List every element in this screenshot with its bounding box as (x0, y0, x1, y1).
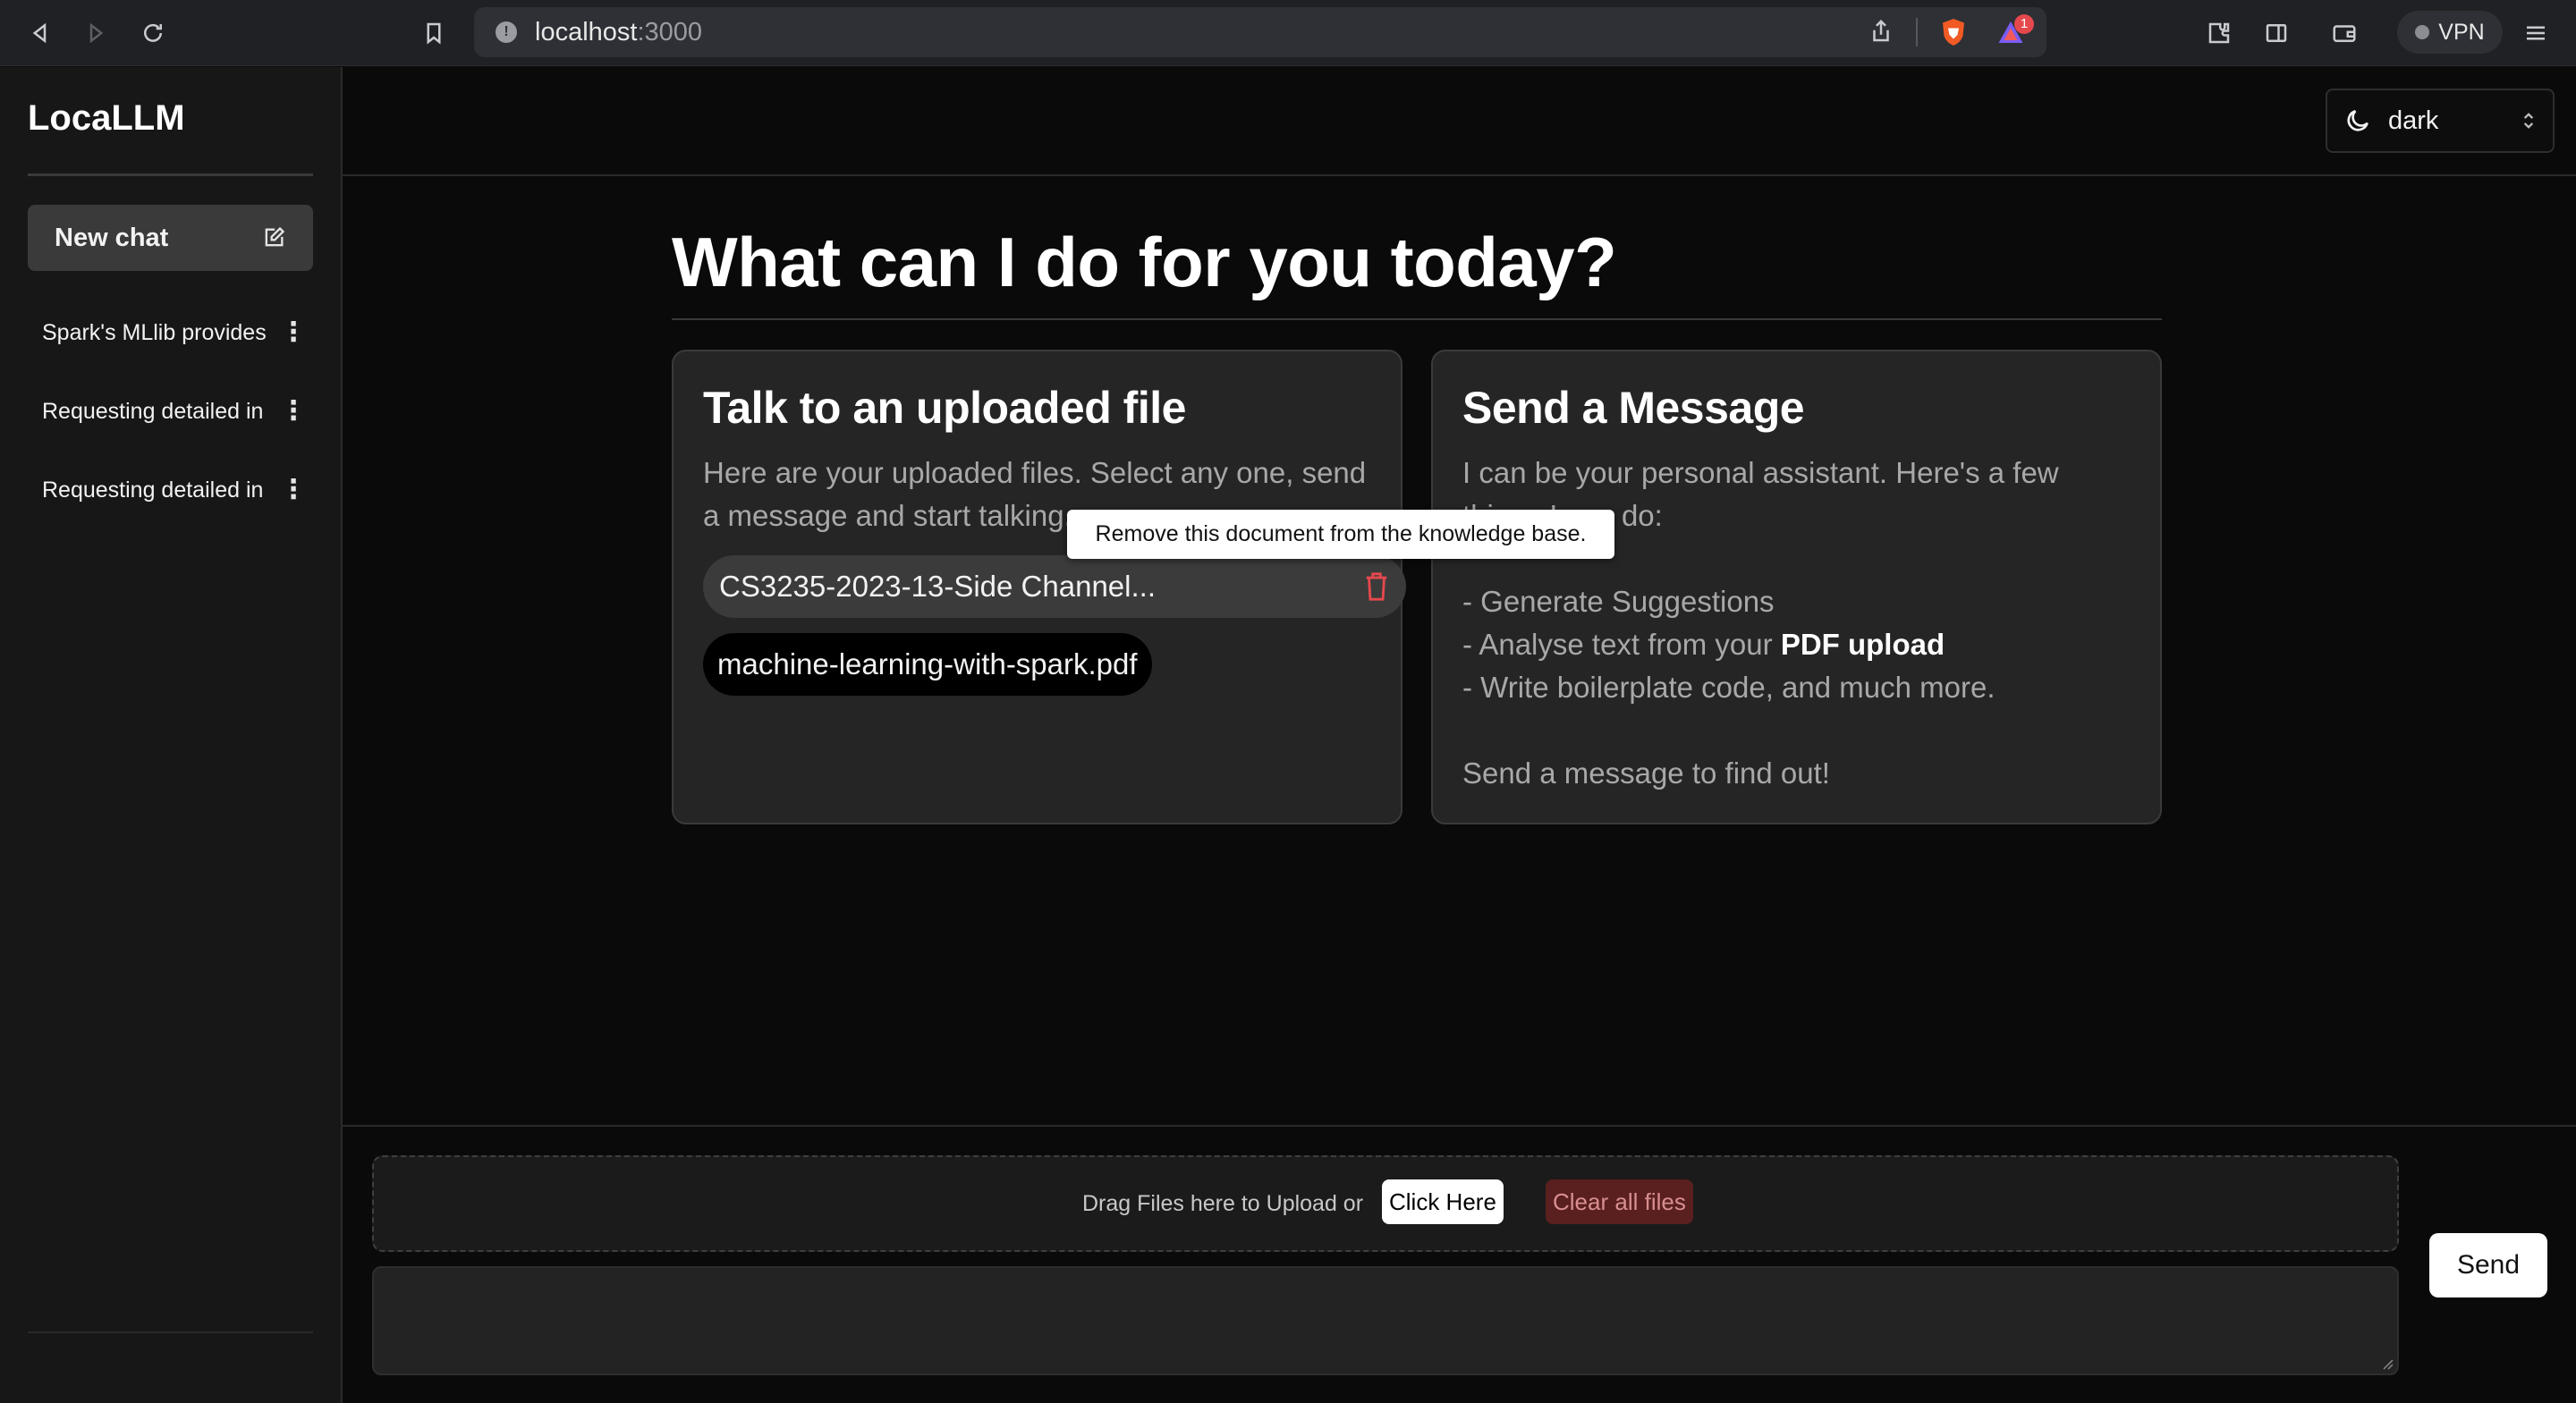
vpn-label: VPN (2438, 19, 2485, 45)
sidebar-footer-divider (28, 1331, 313, 1333)
more-options-icon[interactable]: ⋮ (280, 398, 307, 425)
send-message-card: Send a Message I can be your personal as… (1431, 350, 2162, 824)
share-icon[interactable] (1868, 18, 1894, 46)
vpn-button[interactable]: VPN (2397, 11, 2503, 54)
url-port: :3000 (637, 18, 703, 46)
toolbar-divider (1916, 18, 1918, 46)
address-bar[interactable]: ! localhost:3000 1 (474, 7, 2046, 57)
delete-tooltip: Remove this document from the knowledge … (1067, 510, 1614, 559)
wallet-icon[interactable] (2324, 13, 2365, 54)
outro-text: Send a message to find out! (1462, 756, 1830, 790)
url-text: localhost:3000 (535, 18, 702, 47)
page-title: What can I do for you today? (672, 223, 1617, 301)
rewards-icon[interactable]: 1 (1995, 14, 2036, 52)
dropzone-text: Drag Files here to Upload or (1082, 1190, 1364, 1216)
capability-item: - Generate Suggestions (1462, 580, 2142, 623)
composer-divider (343, 1125, 2576, 1127)
rewards-badge: 1 (2014, 14, 2034, 34)
capability-text: - Analyse text from your (1462, 628, 1781, 661)
title-divider (672, 318, 2162, 320)
compose-icon (265, 226, 285, 247)
forward-icon[interactable] (75, 13, 116, 54)
chat-history-item[interactable]: Requesting detailed in ⋮ (28, 387, 313, 435)
chat-history-label: Requesting detailed in (42, 398, 264, 424)
url-host: localhost (535, 18, 638, 46)
capability-text: - Generate Suggestions (1462, 585, 1775, 618)
file-name: CS3235-2023-13-Side Channel... (719, 570, 1156, 603)
file-chip[interactable]: CS3235-2023-13-Side Channel... (703, 555, 1406, 618)
send-button[interactable]: Send (2429, 1233, 2547, 1297)
trash-icon[interactable] (1363, 571, 1390, 602)
message-input[interactable] (372, 1266, 2399, 1375)
extensions-icon[interactable] (2199, 13, 2240, 54)
new-chat-button[interactable]: New chat (28, 205, 313, 271)
more-options-icon[interactable]: ⋮ (280, 477, 307, 503)
chat-history-item[interactable]: Spark's MLlib provides ⋮ (28, 308, 313, 357)
brave-shields-icon[interactable] (1937, 16, 1970, 50)
file-name: machine-learning-with-spark.pdf (717, 647, 1138, 680)
select-chevron-icon (2523, 113, 2534, 129)
capability-text: - Write boilerplate code, and much more. (1462, 671, 1996, 704)
sidebar-toggle-icon[interactable] (2256, 13, 2297, 54)
more-options-icon[interactable]: ⋮ (280, 319, 307, 346)
header-divider (343, 174, 2576, 176)
capability-emphasis: PDF upload (1780, 628, 1945, 661)
chat-history-item[interactable]: Requesting detailed in ⋮ (28, 466, 313, 514)
chat-history-label: Requesting detailed in (42, 477, 264, 503)
uploaded-files-card: Talk to an uploaded file Here are your u… (672, 350, 1406, 824)
site-info-icon[interactable]: ! (496, 21, 517, 43)
new-chat-label: New chat (55, 223, 169, 252)
capability-item: - Write boilerplate code, and much more. (1462, 666, 2142, 709)
app-logo: LocaLLM (28, 98, 185, 138)
files-card-title: Talk to an uploaded file (703, 383, 1186, 433)
browser-toolbar: ! localhost:3000 1 VPN (0, 0, 2576, 66)
resize-handle-icon[interactable] (2379, 1356, 2394, 1370)
moon-icon (2347, 110, 2368, 131)
theme-value: dark (2388, 106, 2439, 135)
menu-icon[interactable] (2515, 13, 2556, 54)
back-icon[interactable] (20, 13, 61, 54)
chat-history-label: Spark's MLlib provides (42, 319, 267, 345)
upload-button[interactable]: Click Here (1382, 1179, 1504, 1224)
message-card-title: Send a Message (1462, 383, 1805, 433)
clear-files-button[interactable]: Clear all files (1546, 1179, 1693, 1224)
file-chip[interactable]: machine-learning-with-spark.pdf (703, 633, 1152, 696)
sidebar-divider (28, 173, 313, 176)
reload-icon[interactable] (132, 13, 174, 54)
message-card-body: I can be your personal assistant. Here's… (1462, 452, 2142, 795)
intro-line: I can be your personal assistant. Here's… (1462, 456, 2059, 489)
theme-select[interactable]: dark (2326, 89, 2555, 153)
file-dropzone[interactable]: Drag Files here to Upload or Click Here … (372, 1155, 2399, 1252)
capability-item: - Analyse text from your PDF upload (1462, 623, 2142, 666)
bookmark-icon[interactable] (413, 13, 454, 54)
vpn-status-icon (2415, 25, 2430, 39)
